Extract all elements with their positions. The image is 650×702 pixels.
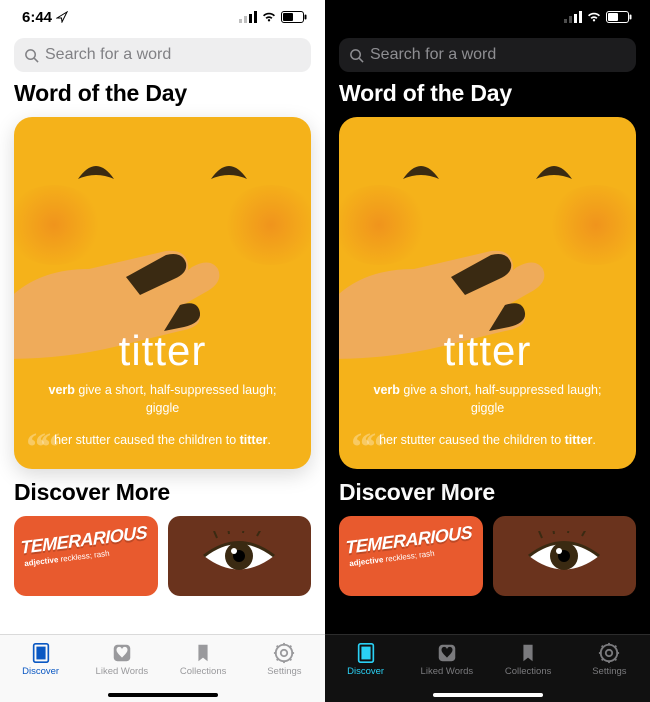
book-icon: [354, 642, 378, 664]
status-bar: 6:44: [0, 0, 325, 34]
tab-label: Discover: [347, 666, 384, 677]
word-of-the-day-card[interactable]: titter verb give a short, half-suppresse…: [14, 117, 311, 469]
status-bar: 6:44: [325, 0, 650, 34]
wotd-word: titter: [363, 327, 612, 375]
eye-icon: [199, 531, 279, 581]
tab-settings[interactable]: Settings: [569, 635, 650, 702]
status-time: 6:44: [22, 9, 68, 26]
wotd-definition: verb give a short, half-suppressed laugh…: [38, 381, 287, 417]
eye-icon: [524, 531, 604, 581]
face-eye-right: [534, 159, 574, 181]
wotd-example: her stutter caused the children to titte…: [54, 431, 271, 449]
face-eye-left: [401, 159, 441, 181]
quote-icon: ““: [351, 423, 379, 469]
discover-row: TEMERARIOUS adjective reckless; rash: [325, 516, 650, 596]
tab-label: Collections: [180, 666, 226, 677]
tab-settings[interactable]: Settings: [244, 635, 325, 702]
search-bar[interactable]: [339, 38, 636, 72]
word-of-the-day-card[interactable]: titter verb give a short, half-suppresse…: [339, 117, 636, 469]
tab-label: Collections: [505, 666, 551, 677]
search-input[interactable]: [45, 46, 301, 64]
tab-label: Settings: [592, 666, 626, 677]
light-mode-preview: 6:44 Word of the Day titter ve: [0, 0, 325, 702]
home-indicator[interactable]: [433, 693, 543, 697]
tab-label: Liked Words: [421, 666, 474, 677]
cellular-icon: [564, 11, 582, 23]
face-eye-left: [76, 159, 116, 181]
dark-mode-preview: 6:44 Word of the Day titter verb give: [325, 0, 650, 702]
tab-discover[interactable]: Discover: [325, 635, 406, 702]
tab-bar: Discover Liked Words Collections Setting…: [0, 634, 325, 702]
battery-icon: [606, 11, 632, 23]
face-eye-right: [209, 159, 249, 181]
wotd-heading: Word of the Day: [339, 80, 636, 107]
discover-heading: Discover More: [339, 479, 636, 506]
tab-liked-words[interactable]: Liked Words: [81, 635, 162, 702]
bookmark-icon: [516, 642, 540, 664]
tab-collections[interactable]: Collections: [163, 635, 244, 702]
wifi-icon: [586, 11, 602, 23]
tab-label: Liked Words: [96, 666, 149, 677]
discover-card-eye[interactable]: [493, 516, 637, 596]
book-icon: [29, 642, 53, 664]
discover-card-temerarious[interactable]: TEMERARIOUS adjective reckless; rash: [339, 516, 483, 596]
wotd-word: titter: [38, 327, 287, 375]
location-icon: [56, 11, 68, 23]
discover-row: TEMERARIOUS adjective reckless; rash: [0, 516, 325, 596]
tab-liked-words[interactable]: Liked Words: [406, 635, 487, 702]
quote-icon: ““: [26, 423, 54, 469]
status-right: [239, 11, 307, 23]
heart-icon: [435, 642, 459, 664]
discover-card-eye[interactable]: [168, 516, 312, 596]
home-indicator[interactable]: [108, 693, 218, 697]
tab-label: Discover: [22, 666, 59, 677]
tab-label: Settings: [267, 666, 301, 677]
search-icon: [24, 48, 39, 63]
gear-icon: [272, 642, 296, 664]
tab-bar: Discover Liked Words Collections Setting…: [325, 634, 650, 702]
search-icon: [349, 48, 364, 63]
discover-card-temerarious[interactable]: TEMERARIOUS adjective reckless; rash: [14, 516, 158, 596]
tab-collections[interactable]: Collections: [488, 635, 569, 702]
search-input[interactable]: [370, 46, 626, 64]
status-right: [564, 11, 632, 23]
gear-icon: [597, 642, 621, 664]
wotd-heading: Word of the Day: [14, 80, 311, 107]
wifi-icon: [261, 11, 277, 23]
discover-heading: Discover More: [14, 479, 311, 506]
cellular-icon: [239, 11, 257, 23]
wotd-definition: verb give a short, half-suppressed laugh…: [363, 381, 612, 417]
search-bar[interactable]: [14, 38, 311, 72]
bookmark-icon: [191, 642, 215, 664]
heart-icon: [110, 642, 134, 664]
wotd-example: her stutter caused the children to titte…: [379, 431, 596, 449]
battery-icon: [281, 11, 307, 23]
tab-discover[interactable]: Discover: [0, 635, 81, 702]
